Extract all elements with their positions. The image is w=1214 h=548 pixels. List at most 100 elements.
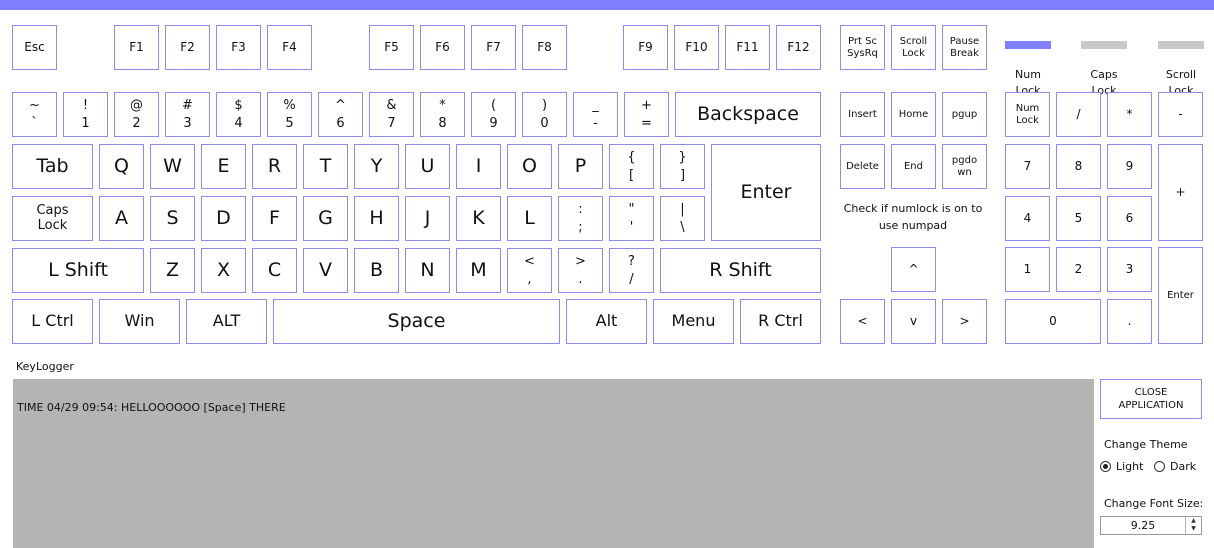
key-semicolon[interactable]: :; bbox=[558, 196, 603, 241]
spinner-arrows[interactable]: ▲ ▼ bbox=[1185, 517, 1201, 534]
key-f3[interactable]: F3 bbox=[216, 25, 261, 70]
key-5[interactable]: % 5 bbox=[267, 92, 312, 137]
key-esc[interactable]: Esc bbox=[12, 25, 57, 70]
key-6[interactable]: ^ 6 bbox=[318, 92, 363, 137]
key-s[interactable]: S bbox=[150, 196, 195, 241]
key-quote[interactable]: " ' bbox=[609, 196, 654, 241]
key-f1[interactable]: F1 bbox=[114, 25, 159, 70]
numpad-decimal[interactable]: . bbox=[1107, 299, 1152, 344]
key-y[interactable]: Y bbox=[354, 144, 399, 189]
key-comma[interactable]: <, bbox=[507, 248, 552, 293]
key-b[interactable]: B bbox=[354, 248, 399, 293]
key-minus[interactable]: _ - bbox=[573, 92, 618, 137]
key-d[interactable]: D bbox=[201, 196, 246, 241]
key-1[interactable]: ! 1 bbox=[63, 92, 108, 137]
key-f9[interactable]: F9 bbox=[623, 25, 668, 70]
numpad-num-lock[interactable]: Num Lock bbox=[1005, 92, 1050, 137]
key-x[interactable]: X bbox=[201, 248, 246, 293]
key-left-alt[interactable]: ALT bbox=[186, 299, 267, 344]
key-f10[interactable]: F10 bbox=[674, 25, 719, 70]
key-k[interactable]: K bbox=[456, 196, 501, 241]
key-right-shift[interactable]: R Shift bbox=[660, 248, 821, 293]
spinner-up-icon[interactable]: ▲ bbox=[1186, 517, 1201, 525]
key-c[interactable]: C bbox=[252, 248, 297, 293]
key-f6[interactable]: F6 bbox=[420, 25, 465, 70]
key-left-shift[interactable]: L Shift bbox=[12, 248, 144, 293]
key-f12[interactable]: F12 bbox=[776, 25, 821, 70]
key-f2[interactable]: F2 bbox=[165, 25, 210, 70]
key-end[interactable]: End bbox=[891, 144, 936, 189]
key-a[interactable]: A bbox=[99, 196, 144, 241]
key-insert[interactable]: Insert bbox=[840, 92, 885, 137]
key-right-ctrl[interactable]: R Ctrl bbox=[740, 299, 821, 344]
numpad-enter[interactable]: Enter bbox=[1158, 247, 1203, 344]
spinner-down-icon[interactable]: ▼ bbox=[1186, 525, 1201, 533]
key-scroll-lock[interactable]: Scroll Lock bbox=[891, 25, 936, 70]
key-page-down[interactable]: pgdo wn bbox=[942, 144, 987, 189]
key-space[interactable]: Space bbox=[273, 299, 560, 344]
key-backspace[interactable]: Backspace bbox=[675, 92, 821, 137]
key-pause-break[interactable]: Pause Break bbox=[942, 25, 987, 70]
key-h[interactable]: H bbox=[354, 196, 399, 241]
key-n[interactable]: N bbox=[405, 248, 450, 293]
key-2[interactable]: @2 bbox=[114, 92, 159, 137]
numpad-2[interactable]: 2 bbox=[1056, 247, 1101, 292]
theme-radio-dark[interactable]: Dark bbox=[1154, 460, 1196, 473]
numpad-3[interactable]: 3 bbox=[1107, 247, 1152, 292]
key-f8[interactable]: F8 bbox=[522, 25, 567, 70]
key-o[interactable]: O bbox=[507, 144, 552, 189]
key-4[interactable]: $4 bbox=[216, 92, 261, 137]
key-arrow-left[interactable]: < bbox=[840, 299, 885, 344]
numpad-minus[interactable]: - bbox=[1158, 92, 1203, 137]
key-w[interactable]: W bbox=[150, 144, 195, 189]
key-right-alt[interactable]: Alt bbox=[566, 299, 647, 344]
key-caps-lock[interactable]: Caps Lock bbox=[12, 196, 93, 241]
key-period[interactable]: >. bbox=[558, 248, 603, 293]
numpad-5[interactable]: 5 bbox=[1056, 196, 1101, 241]
numpad-multiply[interactable]: * bbox=[1107, 92, 1152, 137]
key-e[interactable]: E bbox=[201, 144, 246, 189]
numpad-6[interactable]: 6 bbox=[1107, 196, 1152, 241]
key-3[interactable]: #3 bbox=[165, 92, 210, 137]
key-i[interactable]: I bbox=[456, 144, 501, 189]
key-close-bracket[interactable]: }] bbox=[660, 144, 705, 189]
key-arrow-right[interactable]: > bbox=[942, 299, 987, 344]
key-home[interactable]: Home bbox=[891, 92, 936, 137]
key-r[interactable]: R bbox=[252, 144, 297, 189]
key-tilde[interactable]: ~ ` bbox=[12, 92, 57, 137]
key-slash[interactable]: ? / bbox=[609, 248, 654, 293]
key-f5[interactable]: F5 bbox=[369, 25, 414, 70]
key-f7[interactable]: F7 bbox=[471, 25, 516, 70]
key-backslash[interactable]: | \ bbox=[660, 196, 705, 241]
key-t[interactable]: T bbox=[303, 144, 348, 189]
theme-radio-light[interactable]: Light bbox=[1100, 460, 1143, 473]
key-f4[interactable]: F4 bbox=[267, 25, 312, 70]
key-j[interactable]: J bbox=[405, 196, 450, 241]
numpad-8[interactable]: 8 bbox=[1056, 144, 1101, 189]
font-size-spinner[interactable]: 9.25 ▲ ▼ bbox=[1100, 516, 1202, 535]
key-win[interactable]: Win bbox=[99, 299, 180, 344]
key-arrow-down[interactable]: v bbox=[891, 299, 936, 344]
numpad-0[interactable]: 0 bbox=[1005, 299, 1101, 344]
numpad-plus[interactable]: + bbox=[1158, 144, 1203, 241]
key-menu[interactable]: Menu bbox=[653, 299, 734, 344]
key-open-bracket[interactable]: {[ bbox=[609, 144, 654, 189]
key-f11[interactable]: F11 bbox=[725, 25, 770, 70]
key-q[interactable]: Q bbox=[99, 144, 144, 189]
key-tab[interactable]: Tab bbox=[12, 144, 93, 189]
key-delete[interactable]: Delete bbox=[840, 144, 885, 189]
numpad-divide[interactable]: / bbox=[1056, 92, 1101, 137]
close-application-button[interactable]: CLOSE APPLICATION bbox=[1100, 379, 1202, 419]
key-enter[interactable]: Enter bbox=[711, 144, 821, 241]
key-0[interactable]: ) 0 bbox=[522, 92, 567, 137]
key-l[interactable]: L bbox=[507, 196, 552, 241]
key-z[interactable]: Z bbox=[150, 248, 195, 293]
key-v[interactable]: V bbox=[303, 248, 348, 293]
numpad-9[interactable]: 9 bbox=[1107, 144, 1152, 189]
key-print-screen[interactable]: Prt Sc SysRq bbox=[840, 25, 885, 70]
key-f[interactable]: F bbox=[252, 196, 297, 241]
key-9[interactable]: (9 bbox=[471, 92, 516, 137]
numpad-4[interactable]: 4 bbox=[1005, 196, 1050, 241]
key-left-ctrl[interactable]: L Ctrl bbox=[12, 299, 93, 344]
key-u[interactable]: U bbox=[405, 144, 450, 189]
